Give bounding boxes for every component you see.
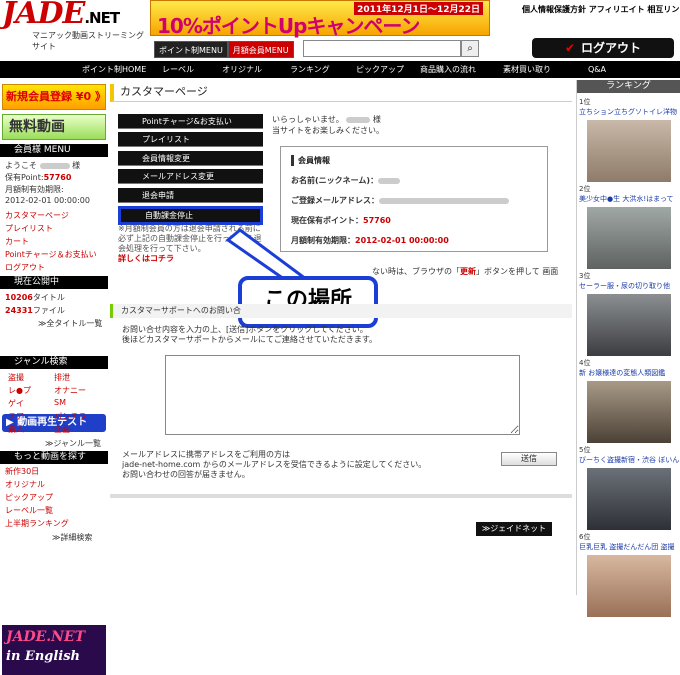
ranking-thumbnail[interactable]: [587, 555, 671, 617]
free-video-button[interactable]: 無料動画: [2, 114, 106, 140]
genre-item[interactable]: 盗撮: [8, 372, 24, 383]
genre-item[interactable]: チア: [8, 411, 24, 422]
limit-label: 月額制有効期限:: [5, 185, 64, 194]
ranking-thumbnail[interactable]: [587, 120, 671, 182]
genre-item[interactable]: オナニー: [54, 385, 86, 396]
genre-list-link[interactable]: ≫ジャンル一覧: [45, 438, 101, 449]
find-item-ranking[interactable]: 上半期ランキング: [5, 518, 69, 529]
nav-item-qa[interactable]: Q&A: [588, 61, 606, 78]
site-logo[interactable]: JADE.NET マニアック動画ストリーミングサイト: [2, 0, 147, 51]
greeting: いらっしゃいませ。 様 当サイトをお楽しみください。: [272, 115, 384, 135]
main-content: カスタマーページ Pointチャージ&お支払い プレイリスト 会員情報変更 メー…: [110, 80, 572, 595]
menu-charge-button[interactable]: Pointチャージ&お支払い: [118, 114, 263, 129]
find-item-labels[interactable]: レーベル一覧: [5, 505, 53, 516]
points-text: 保有Point:57760: [5, 173, 72, 182]
ranking-item[interactable]: 6位 巨乳巨乳 盗撮だんだん団 盗撮: [579, 532, 674, 552]
limit-value: 2012-02-01 00:00:00: [5, 196, 90, 205]
check-icon: ✔: [564, 41, 576, 55]
reload-note: ない時は、ブラウザの「更新」ボタンを押して 画面: [372, 267, 559, 276]
logo-subtitle: マニアック動画ストリーミングサイト: [32, 31, 144, 51]
banner-text: 10%ポイントUpキャンペーン: [157, 14, 420, 38]
send-button[interactable]: 送信: [501, 452, 557, 466]
member-menu-header: 会員様 MENU: [0, 144, 108, 157]
ranking-thumbnail[interactable]: [587, 468, 671, 530]
now-open-header: 現在公開中: [0, 276, 108, 289]
nav-item-material[interactable]: 素材買い取り: [503, 61, 551, 78]
titles-count: 10206タイトル: [5, 293, 65, 302]
detail-search-link[interactable]: ≫詳細検索: [52, 532, 92, 543]
genre-item[interactable]: SM: [54, 398, 66, 407]
sidebar-item-cart[interactable]: カート: [5, 236, 29, 247]
campaign-banner[interactable]: 2011年12月1日〜12月22日 10%ポイントUpキャンペーン: [150, 0, 490, 38]
menu-playlist-button[interactable]: プレイリスト: [118, 132, 263, 147]
nav-item-pickup[interactable]: ピックアップ: [356, 61, 404, 78]
ranking-sidebar: ランキング 1位 立ちション立ちグソトイレ洋物 2位 美少女中●生 大洪水!はまって…: [576, 80, 680, 617]
logout-button[interactable]: ✔ ログアウト: [532, 38, 674, 58]
ranking-thumbnail[interactable]: [587, 294, 671, 356]
genre-item[interactable]: ゲイ: [8, 398, 24, 409]
genre-item[interactable]: 素人: [8, 424, 24, 435]
ranking-thumbnail[interactable]: [587, 207, 671, 269]
menu-edit-info-button[interactable]: 会員情報変更: [118, 151, 263, 166]
callout-pointer: [225, 228, 314, 286]
register-button[interactable]: 新規会員登録 ¥0 》: [2, 84, 106, 110]
page-title: カスタマーページ: [110, 84, 572, 102]
ranking-item[interactable]: 4位新 お嬢様達の変態人類図鑑: [579, 358, 665, 378]
find-item-pickup[interactable]: ピックアップ: [5, 492, 53, 503]
tab-monthly-menu[interactable]: 月額会員MENU: [227, 41, 294, 58]
welcome-text: ようこそ 様: [5, 161, 81, 170]
ranking-item[interactable]: 1位 立ちション立ちグソトイレ洋物: [579, 97, 677, 117]
search-button[interactable]: ⌕: [461, 40, 479, 57]
nav-item-ranking[interactable]: ランキング: [290, 61, 330, 78]
nav-item-flow[interactable]: 商品購入の流れ: [420, 61, 476, 78]
global-nav: ポイント制HOME レーベル オリジナル ランキング ピックアップ 商品購入の流…: [0, 61, 680, 78]
find-item-original[interactable]: オリジナル: [5, 479, 45, 490]
menu-change-mail-button[interactable]: メールアドレス変更: [118, 169, 263, 184]
nav-item-original[interactable]: オリジナル: [222, 61, 262, 78]
support-header: カスタマーサポートへのお問い合: [110, 304, 572, 318]
header: JADE.NET マニアック動画ストリーミングサイト 2011年12月1日〜12…: [0, 0, 680, 60]
sidebar-item-charge[interactable]: Pointチャージ＆お支払い: [5, 249, 97, 260]
search-icon: ⌕: [467, 43, 473, 54]
ranking-header: ランキング: [577, 80, 680, 93]
member-info-heading: 会員情報: [291, 155, 537, 166]
divider: [110, 494, 572, 498]
top-links[interactable]: 個人情報保護方針 アフィリエイト 相互リンク: [522, 4, 680, 15]
ranking-item[interactable]: 5位 びーちく盗撮新宿・渋谷 ぼいん: [579, 445, 679, 465]
ranking-item[interactable]: 2位 美少女中●生 大洪水!はまって: [579, 184, 674, 204]
genre-item[interactable]: 排泄: [54, 372, 70, 383]
to-top-link[interactable]: ≫ジェイドネットTOP: [476, 522, 552, 547]
sidebar-item-logout[interactable]: ログアウト: [5, 262, 45, 273]
ranking-thumbnail[interactable]: [587, 381, 671, 443]
nav-item-home[interactable]: ポイント制HOME: [82, 61, 146, 78]
sidebar-item-customer[interactable]: カスタマーページ: [5, 210, 69, 221]
tab-point-menu[interactable]: ポイント制MENU: [154, 41, 228, 58]
nickname-row: お名前(ニックネーム)：: [291, 175, 537, 186]
menu-tabs: ポイント制MENU 月額会員MENU: [154, 41, 294, 59]
search-input[interactable]: [303, 40, 461, 57]
english-site-banner[interactable]: JADE.NET in English: [2, 625, 106, 675]
genre-item[interactable]: パンチラ: [54, 411, 86, 422]
ranking-item[interactable]: 3位 セーラー服・尿の切り取り他: [579, 271, 670, 291]
genre-item[interactable]: レ●プ: [8, 385, 31, 396]
files-count: 24331ファイル: [5, 306, 65, 315]
sidebar-item-playlist[interactable]: プレイリスト: [5, 223, 53, 234]
inquiry-textarea[interactable]: [165, 355, 520, 435]
nav-item-label[interactable]: レーベル: [162, 61, 194, 78]
support-instructions: お問い合せ内容を入力の上、[送信]ボタンをクリックしてください。 後ほどカスタマ…: [122, 325, 378, 344]
mail-note: メールアドレスに携帯アドレスをご利用の方は jade-net-home.com …: [122, 450, 427, 479]
genre-item[interactable]: 企画: [54, 424, 70, 435]
genre-header: ジャンル検索: [0, 356, 108, 369]
left-sidebar: 新規会員登録 ¥0 》 無料動画 会員様 MENU ようこそ 様 保有Point…: [0, 80, 108, 675]
callout-label: この場所: [238, 276, 378, 328]
find-item-new[interactable]: 新作30日: [5, 466, 39, 477]
find-more-header: もっと動画を探す: [0, 451, 108, 464]
all-titles-link[interactable]: ≫全タイトル一覧: [38, 318, 102, 329]
